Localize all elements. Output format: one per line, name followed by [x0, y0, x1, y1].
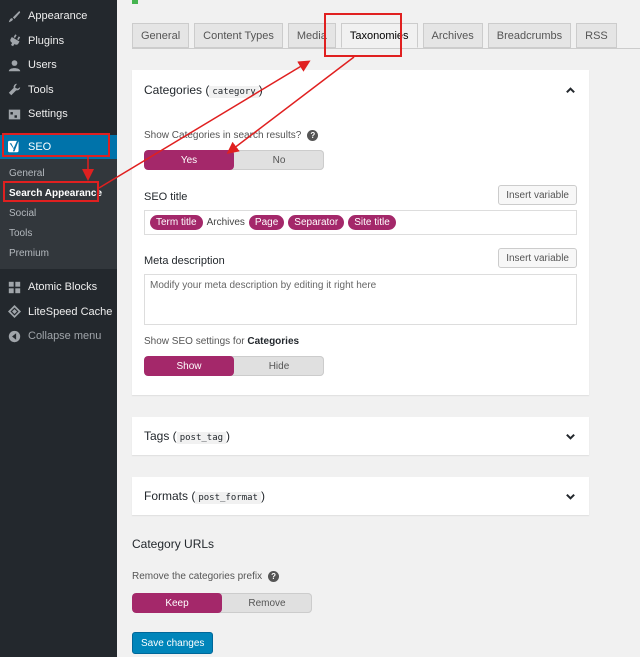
main-content: General Content Types Media Taxonomies A… — [117, 0, 640, 657]
help-icon[interactable]: ? — [268, 571, 280, 582]
chevron-up-icon[interactable] — [563, 83, 577, 97]
collapse-menu-button[interactable]: Collapse menu — [0, 324, 117, 349]
help-icon[interactable]: ? — [307, 130, 319, 141]
title-text: Archives — [206, 217, 245, 228]
toggle-show[interactable]: Show — [144, 356, 234, 376]
seo-title-editor[interactable]: Term title Archives Page Separator Site … — [144, 210, 577, 235]
variable-pill[interactable]: Site title — [348, 215, 396, 230]
menu-users[interactable]: Users — [0, 53, 117, 78]
taxonomy-code: category — [209, 86, 259, 98]
settings-icon — [8, 108, 21, 121]
toggle-hide[interactable]: Hide — [234, 356, 324, 376]
menu-label: LiteSpeed Cache — [28, 305, 113, 318]
paintbrush-icon — [8, 10, 21, 23]
submenu-general[interactable]: General — [0, 163, 117, 183]
tab-archives[interactable]: Archives — [422, 23, 483, 48]
menu-tools[interactable]: Tools — [0, 78, 117, 103]
formats-panel-header[interactable]: Formats (post_format) — [132, 477, 589, 515]
show-in-search-label: Show Categories in search results? ? — [144, 130, 319, 141]
insert-variable-button[interactable]: Insert variable — [498, 185, 577, 205]
panel-title: Formats (post_format) — [144, 489, 265, 504]
highlight-taxonomies-tab — [324, 13, 402, 57]
insert-variable-button[interactable]: Insert variable — [498, 248, 577, 268]
toggle-no[interactable]: No — [234, 150, 324, 170]
seo-title-label: SEO title — [144, 191, 188, 203]
plug-icon — [8, 34, 21, 47]
meta-description-editor[interactable]: Modify your meta description by editing … — [144, 274, 577, 325]
menu-litespeed-cache[interactable]: LiteSpeed Cache — [0, 300, 117, 325]
toggle-keep[interactable]: Keep — [132, 593, 222, 613]
collapse-arrow-icon — [8, 330, 21, 343]
chevron-down-icon[interactable] — [563, 489, 577, 503]
save-changes-button[interactable]: Save changes — [132, 632, 214, 654]
wrench-icon — [8, 83, 21, 96]
menu-label: Plugins — [28, 34, 65, 47]
search-results-toggle[interactable]: Yes No — [144, 150, 324, 170]
grid-icon — [8, 281, 21, 294]
panel-title: Categories (category) — [144, 83, 263, 98]
remove-prefix-label: Remove the categories prefix ? — [132, 571, 280, 582]
variable-pill[interactable]: Term title — [150, 215, 203, 230]
menu-label: Settings — [28, 108, 68, 121]
menu-plugins[interactable]: Plugins — [0, 29, 117, 54]
meta-placeholder: Modify your meta description by editing … — [150, 280, 377, 291]
menu-appearance[interactable]: Appearance — [0, 4, 117, 29]
menu-label: Appearance — [28, 10, 88, 23]
submenu-tools[interactable]: Tools — [0, 223, 117, 243]
menu-atomic-blocks[interactable]: Atomic Blocks — [0, 275, 117, 300]
panel-title: Tags (post_tag) — [144, 429, 231, 444]
variable-pill[interactable]: Separator — [288, 215, 345, 230]
taxonomy-code: post_format — [195, 492, 261, 504]
tab-rss[interactable]: RSS — [576, 23, 617, 48]
tab-content-types[interactable]: Content Types — [194, 23, 283, 48]
menu-label: Tools — [28, 83, 54, 96]
admin-sidebar: Appearance Plugins Users Tools Settings … — [0, 0, 117, 657]
category-prefix-toggle[interactable]: Keep Remove — [132, 593, 312, 613]
toggle-remove[interactable]: Remove — [222, 593, 312, 613]
variable-pill[interactable]: Page — [248, 215, 285, 230]
tags-panel: Tags (post_tag) — [132, 417, 589, 455]
highlight-search-appearance — [3, 181, 99, 202]
tags-panel-header[interactable]: Tags (post_tag) — [132, 417, 589, 455]
show-settings-toggle[interactable]: Show Hide — [144, 356, 324, 376]
submenu-premium[interactable]: Premium — [0, 243, 117, 263]
tab-general[interactable]: General — [132, 23, 190, 48]
menu-settings[interactable]: Settings — [0, 102, 117, 127]
show-settings-label: Show SEO settings for Categories — [144, 336, 300, 347]
meta-description-label: Meta description — [144, 255, 225, 267]
user-icon — [8, 59, 21, 72]
menu-label: Collapse menu — [28, 330, 102, 343]
categories-panel: Categories (category) Show Categories in… — [132, 70, 589, 395]
menu-label: Users — [28, 59, 57, 72]
category-urls-heading: Category URLs — [132, 537, 215, 551]
formats-panel: Formats (post_format) — [132, 477, 589, 515]
tab-breadcrumbs[interactable]: Breadcrumbs — [487, 23, 572, 48]
notice-bar — [132, 0, 138, 4]
submenu-social[interactable]: Social — [0, 203, 117, 223]
categories-panel-header[interactable]: Categories (category) — [132, 70, 589, 110]
chevron-down-icon[interactable] — [563, 429, 577, 443]
seo-submenu: General Search Appearance Social Tools P… — [0, 159, 117, 269]
menu-label: Atomic Blocks — [28, 281, 98, 294]
toggle-yes[interactable]: Yes — [144, 150, 234, 170]
taxonomy-code: post_tag — [176, 432, 227, 444]
diamond-icon — [8, 305, 21, 319]
highlight-seo-menu — [2, 133, 110, 157]
